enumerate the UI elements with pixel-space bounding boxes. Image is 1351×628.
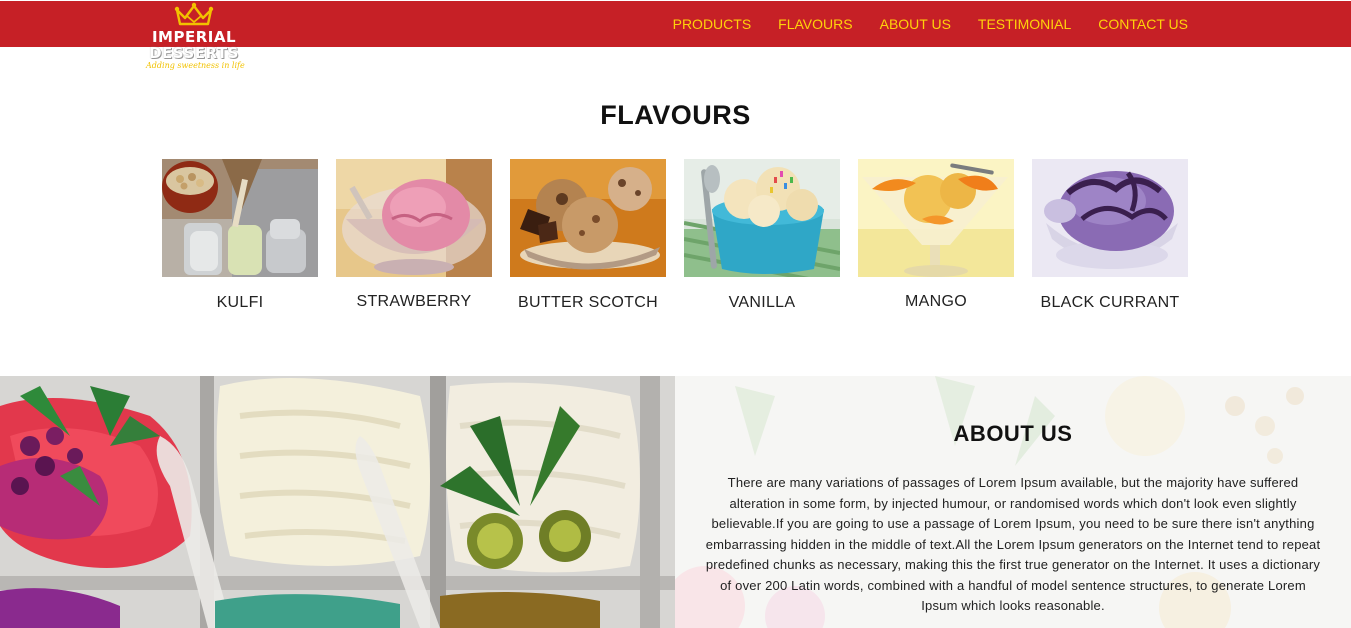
flavour-card-kulfi[interactable]: KULFI — [162, 159, 318, 312]
flavour-card-black-currant[interactable]: BLACK CURRANT — [1032, 159, 1188, 312]
kulfi-image — [162, 159, 318, 277]
flavour-card-butter-scotch[interactable]: BUTTER SCOTCH — [510, 159, 666, 312]
flavour-label-vanilla: VANILLA — [728, 294, 796, 311]
nav-contact-us[interactable]: CONTACT US — [1098, 16, 1188, 32]
nav-testimonial[interactable]: TESTIMONIAL — [978, 16, 1071, 32]
vanilla-image — [684, 159, 840, 277]
about-panel: ABOUT US There are many variations of pa… — [675, 376, 1351, 628]
nav-products[interactable]: PRODUCTS — [673, 16, 752, 32]
about-section: ABOUT US There are many variations of pa… — [0, 376, 1351, 628]
brand-name-line2: DESSERTS — [149, 44, 239, 62]
crown-icon — [174, 2, 214, 26]
flavour-card-mango[interactable]: MANGO — [858, 159, 1014, 311]
brand-logo[interactable]: IMPERIAL DESSERTS Adding sweetness in li… — [146, 2, 245, 82]
flavour-label-strawberry: STRAWBERRY — [356, 293, 472, 310]
about-title: ABOUT US — [953, 421, 1073, 446]
nav-about-us[interactable]: ABOUT US — [880, 16, 951, 32]
gelato-display-image — [0, 376, 675, 628]
butter-scotch-image — [510, 159, 666, 277]
mango-image — [858, 159, 1014, 277]
flavour-label-black-currant: BLACK CURRANT — [1040, 294, 1180, 311]
flavour-label-butter-scotch: BUTTER SCOTCH — [518, 294, 658, 311]
brand-name-line1: IMPERIAL — [151, 28, 237, 46]
brand-tagline: Adding sweetness in life — [146, 61, 245, 70]
flavours-title: FLAVOURS — [600, 100, 751, 130]
about-body: There are many variations of passages of… — [705, 475, 1321, 613]
flavour-label-mango: MANGO — [905, 293, 967, 310]
strawberry-image — [336, 159, 492, 277]
nav-flavours[interactable]: FLAVOURS — [778, 16, 852, 32]
flavour-card-strawberry[interactable]: STRAWBERRY — [336, 159, 492, 311]
flavour-card-vanilla[interactable]: VANILLA — [684, 159, 840, 312]
flavour-label-kulfi: KULFI — [216, 294, 264, 311]
black-currant-image — [1032, 159, 1188, 277]
main-nav: PRODUCTS FLAVOURS ABOUT US TESTIMONIAL C… — [646, 16, 1188, 32]
